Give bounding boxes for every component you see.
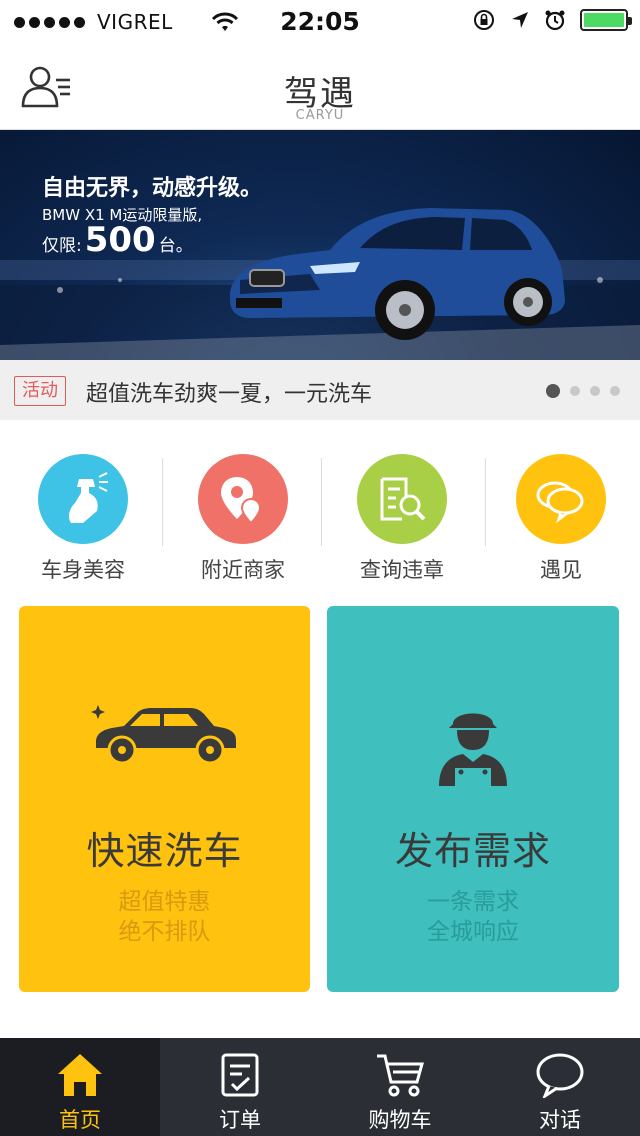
chat-bubbles-icon: [516, 454, 606, 544]
shortcut-label: 查询违章: [360, 558, 444, 582]
banner-limit-prefix: 仅限:: [42, 236, 82, 256]
car-icon: [90, 705, 236, 765]
pager-dot-active[interactable]: [546, 384, 560, 398]
tab-cart[interactable]: 购物车: [320, 1038, 480, 1136]
nav-bar: 驾遇 CARYU: [0, 44, 640, 130]
tab-label: 订单: [219, 1108, 261, 1132]
notice-bar[interactable]: 活动 超值洗车劲爽一夏，一元洗车: [0, 360, 640, 420]
shortcut-check-violations[interactable]: 查询违章: [322, 454, 482, 584]
spray-bottle-icon: [38, 454, 128, 544]
rotation-lock-icon: [474, 10, 494, 30]
speech-bubble-icon: [536, 1053, 584, 1098]
battery-icon: [580, 9, 632, 31]
tab-label: 对话: [539, 1108, 581, 1132]
pager-dot[interactable]: [570, 386, 580, 396]
post-request-sub1: 一条需求: [427, 889, 519, 915]
shortcut-label: 遇见: [540, 558, 582, 582]
shortcut-grid: 车身美容 附近商家 查询违章 遇见: [0, 420, 640, 594]
banner-limit-suffix: 台。: [158, 236, 193, 256]
post-request-card[interactable]: 发布需求 一条需求 全城响应: [327, 606, 619, 992]
tab-label: 购物车: [368, 1108, 432, 1132]
status-bar: VIGREL 22:05: [0, 0, 640, 44]
quick-wash-sub1: 超值特惠: [118, 889, 211, 915]
quick-wash-card[interactable]: 快速洗车 超值特惠 绝不排队: [19, 606, 310, 992]
tab-home[interactable]: 首页: [0, 1038, 160, 1136]
quick-wash-sub2: 绝不排队: [118, 919, 211, 945]
pager-dot[interactable]: [610, 386, 620, 396]
cart-icon: [377, 1054, 424, 1097]
tab-chat[interactable]: 对话: [480, 1038, 640, 1136]
page-subtitle: CARYU: [295, 108, 345, 123]
shortcut-label: 附近商家: [201, 558, 285, 582]
location-pin-icon: [198, 454, 288, 544]
search-document-icon: [357, 454, 447, 544]
mechanic-icon: [439, 713, 507, 786]
post-request-sub2: 全城响应: [427, 919, 519, 945]
main-content: 快速洗车 超值特惠 绝不排队 发布需求 一条需求 全城响应: [0, 594, 640, 1038]
promo-banner[interactable]: 自由无界，动感升级。 BMW X1 M运动限量版, 仅限: 500 台。: [0, 130, 640, 360]
notice-text[interactable]: 超值洗车劲爽一夏，一元洗车: [86, 376, 372, 408]
shortcut-meet[interactable]: 遇见: [481, 454, 640, 584]
shortcut-label: 车身美容: [41, 558, 125, 582]
alarm-icon: [545, 10, 565, 31]
quick-wash-title: 快速洗车: [86, 829, 243, 873]
shortcut-nearby-merchants[interactable]: 附近商家: [163, 454, 323, 584]
bmw-car-image: [229, 208, 565, 340]
banner-limit-line: 仅限: 500 台。: [42, 220, 193, 260]
tab-orders[interactable]: 订单: [160, 1038, 320, 1136]
home-icon: [58, 1054, 102, 1096]
pager-dot[interactable]: [590, 386, 600, 396]
order-list-icon: [221, 1053, 259, 1097]
activity-tag: 活动: [14, 376, 66, 406]
tab-bar: 首页 订单 购物车 对话: [0, 1038, 640, 1136]
post-request-title: 发布需求: [394, 829, 551, 873]
location-arrow-icon: [512, 12, 528, 28]
shortcut-car-beauty[interactable]: 车身美容: [3, 454, 163, 584]
banner-limit-number: 500: [84, 220, 156, 260]
tab-label: 首页: [59, 1108, 101, 1132]
banner-pager[interactable]: [546, 384, 620, 398]
